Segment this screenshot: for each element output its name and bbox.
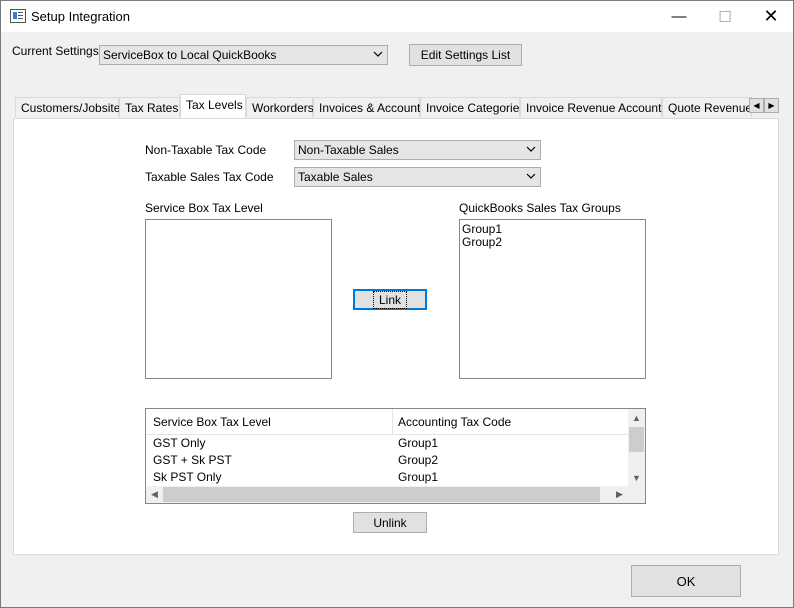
- table-cell: GST Only: [153, 436, 206, 450]
- current-settings-value: ServiceBox to Local QuickBooks: [103, 48, 277, 62]
- link-button-label: Link: [372, 290, 408, 309]
- chevron-up-icon[interactable]: ▲: [628, 409, 645, 426]
- tab-tax-levels[interactable]: Tax Levels: [180, 94, 246, 118]
- chevron-right-icon[interactable]: ▶: [611, 486, 628, 503]
- column-servicebox-tax-level[interactable]: Service Box Tax Level: [153, 415, 271, 429]
- title-bar[interactable]: Setup Integration — ☐ ✕: [1, 1, 793, 32]
- scroll-thumb[interactable]: [163, 487, 600, 502]
- chevron-down-icon[interactable]: ▼: [628, 469, 645, 486]
- app-icon: [10, 9, 26, 23]
- quickbooks-tax-groups-list[interactable]: Group1 Group2: [459, 219, 646, 379]
- table-row[interactable]: GST Only Group1: [146, 435, 628, 452]
- edit-settings-list-label: Edit Settings List: [420, 48, 511, 62]
- chevron-down-icon: [526, 146, 536, 152]
- tab-invoices-accounts[interactable]: Invoices & Accounts: [313, 97, 426, 117]
- scrollbar-corner: [628, 486, 645, 503]
- chevron-down-icon: [373, 51, 383, 57]
- setup-integration-window: Setup Integration — ☐ ✕ Current Settings…: [0, 0, 794, 608]
- tab-strip: Customers/Jobsites Tax Rates Tax Levels …: [13, 94, 752, 119]
- table-cell: GST + Sk PST: [153, 453, 232, 467]
- current-settings-label: Current Settings: [12, 44, 99, 58]
- taxable-code-label: Taxable Sales Tax Code: [145, 170, 274, 184]
- edit-settings-list-button[interactable]: Edit Settings List: [409, 44, 522, 66]
- servicebox-tax-level-label: Service Box Tax Level: [145, 201, 263, 215]
- ok-button[interactable]: OK: [631, 565, 741, 597]
- tab-workorders[interactable]: Workorders: [246, 97, 314, 117]
- column-divider[interactable]: [392, 409, 393, 434]
- non-taxable-code-select[interactable]: Non-Taxable Sales: [294, 140, 541, 160]
- non-taxable-code-value: Non-Taxable Sales: [298, 143, 399, 157]
- scroll-thumb[interactable]: [629, 427, 644, 452]
- tab-customers-jobsites[interactable]: Customers/Jobsites: [15, 97, 126, 117]
- table-row[interactable]: GST + Sk PST Group2: [146, 452, 628, 469]
- servicebox-tax-level-list[interactable]: [145, 219, 332, 379]
- chevron-down-icon: [526, 173, 536, 179]
- link-button[interactable]: Link: [353, 289, 427, 310]
- tab-scroll-left-icon[interactable]: ◀: [749, 98, 764, 113]
- close-button[interactable]: ✕: [748, 1, 794, 32]
- table-header: Service Box Tax Level Accounting Tax Cod…: [146, 409, 628, 435]
- taxable-code-value: Taxable Sales: [298, 170, 373, 184]
- table-cell: Sk PST Only: [153, 470, 222, 484]
- ok-button-label: OK: [676, 573, 696, 589]
- table-cell: Group1: [398, 470, 439, 484]
- tab-scroll-right-icon[interactable]: ▶: [764, 98, 779, 113]
- tab-quote-revenue[interactable]: Quote Revenue .: [662, 97, 752, 117]
- tax-mapping-table[interactable]: Service Box Tax Level Accounting Tax Cod…: [145, 408, 646, 504]
- unlink-button[interactable]: Unlink: [353, 512, 427, 533]
- table-cell: Group2: [398, 453, 439, 467]
- chevron-left-icon[interactable]: ◀: [146, 486, 163, 503]
- list-item[interactable]: Group2: [460, 236, 645, 249]
- maximize-button[interactable]: ☐: [702, 1, 748, 32]
- current-settings-select[interactable]: ServiceBox to Local QuickBooks: [99, 45, 388, 65]
- vertical-scrollbar[interactable]: ▲ ▼: [628, 409, 645, 486]
- unlink-button-label: Unlink: [373, 515, 407, 530]
- non-taxable-code-label: Non-Taxable Tax Code: [145, 143, 267, 157]
- table-row[interactable]: Sk PST Only Group1: [146, 469, 628, 486]
- taxable-code-select[interactable]: Taxable Sales: [294, 167, 541, 187]
- tab-invoice-revenue-accounts[interactable]: Invoice Revenue Accounts: [520, 97, 667, 117]
- quickbooks-tax-groups-label: QuickBooks Sales Tax Groups: [459, 201, 621, 215]
- column-accounting-tax-code[interactable]: Accounting Tax Code: [398, 415, 511, 429]
- horizontal-scrollbar[interactable]: ◀ ▶: [146, 486, 628, 503]
- minimize-button[interactable]: —: [656, 1, 702, 32]
- tab-invoice-categories[interactable]: Invoice Categories: [420, 97, 525, 117]
- tab-tax-rates[interactable]: Tax Rates: [119, 97, 180, 117]
- table-cell: Group1: [398, 436, 439, 450]
- window-title: Setup Integration: [31, 9, 131, 24]
